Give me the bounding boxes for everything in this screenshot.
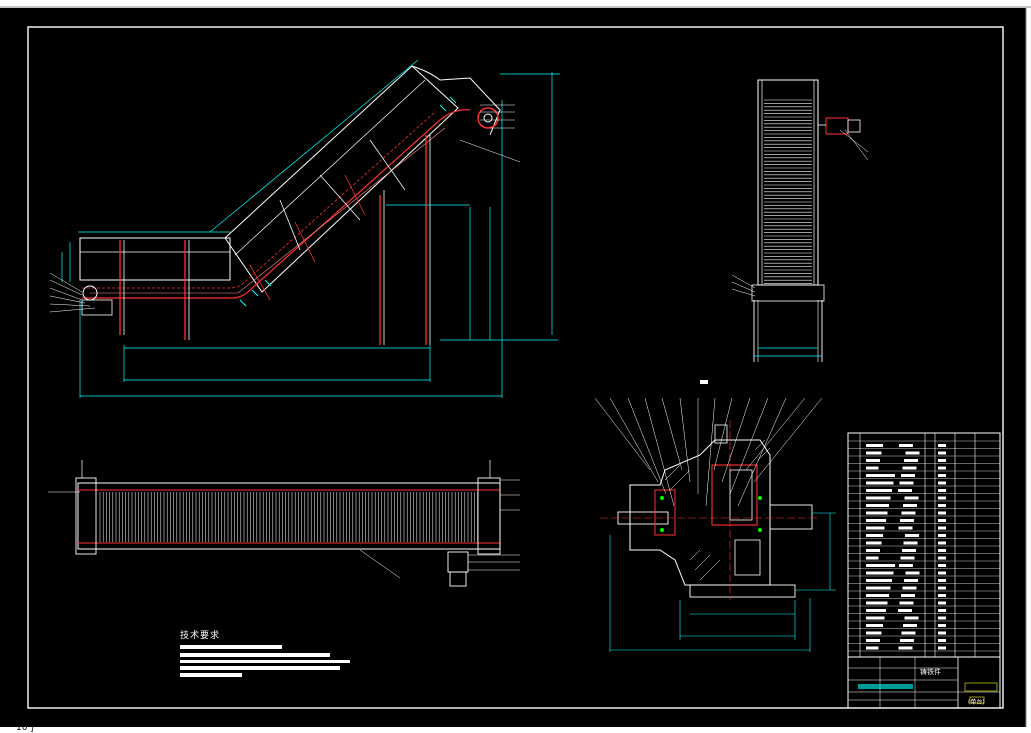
title-block-label: 铸铁件: [920, 668, 941, 676]
cad-drawing-canvas: [0, 0, 1031, 733]
tech-requirements-heading: 技术要求: [180, 631, 221, 641]
title-block-sub: (单台): [968, 699, 985, 706]
corner-fragment: 10 ∫: [16, 723, 36, 733]
